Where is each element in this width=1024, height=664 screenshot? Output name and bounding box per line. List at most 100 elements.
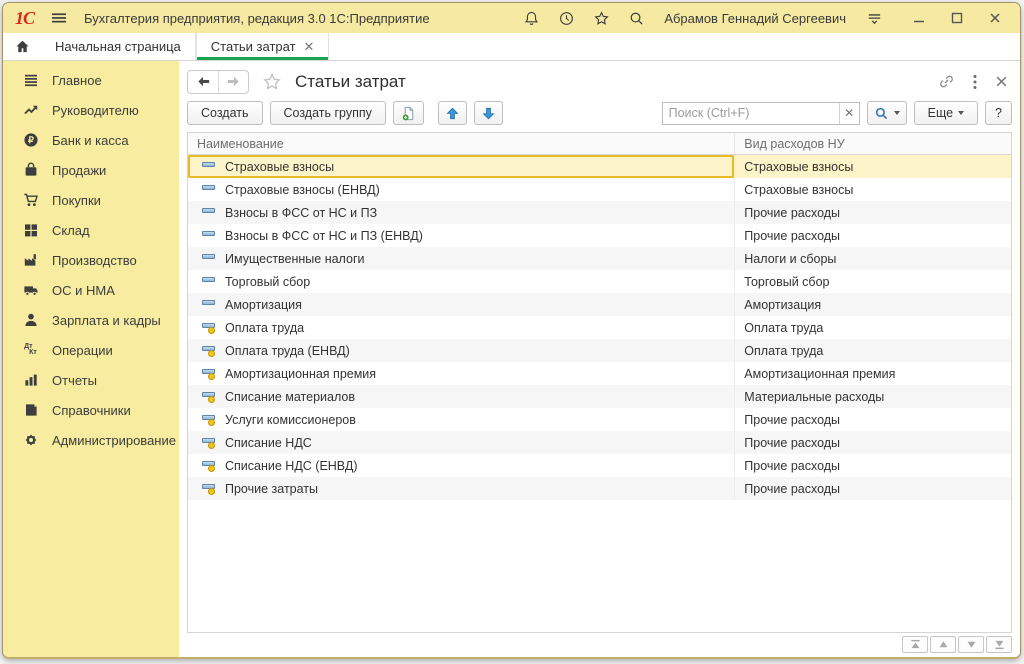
table-row[interactable]: Торговый сбор Торговый сбор <box>188 270 1011 293</box>
table-row[interactable]: Страховые взносы (ЕНВД) Страховые взносы <box>188 178 1011 201</box>
close-window-icon[interactable] <box>984 7 1006 29</box>
sidebar-item-rukovoditelyu[interactable]: Руководителю <box>3 95 179 125</box>
add-to-favorites-star-icon[interactable] <box>262 72 282 92</box>
sidebar-item-otchety[interactable]: Отчеты <box>3 365 179 395</box>
row-name-cell: Взносы в ФСС от НС и ПЗ (ЕНВД) <box>188 224 735 247</box>
titlebar: 1С Бухгалтерия предприятия, редакция 3.0… <box>3 3 1020 33</box>
row-name-cell: Имущественные налоги <box>188 247 735 270</box>
service-menu-icon[interactable] <box>863 7 885 29</box>
tab-cost-items[interactable]: Статьи затрат ✕ <box>196 33 330 60</box>
history-nav-group <box>187 70 249 94</box>
current-user-name: Абрамов Геннадий Сергеевич <box>664 11 846 26</box>
forward-button[interactable] <box>218 71 248 93</box>
row-name-cell: Списание НДС <box>188 431 735 454</box>
table-row[interactable]: Взносы в ФСС от НС и ПЗ Прочие расходы <box>188 201 1011 224</box>
notifications-bell-icon[interactable] <box>520 7 542 29</box>
sidebar-item-operacii[interactable]: ДтКт Операции <box>3 335 179 365</box>
move-up-button[interactable] <box>438 101 467 125</box>
page-down-button[interactable] <box>958 636 984 653</box>
sidebar-item-glavnoe[interactable]: Главное <box>3 65 179 95</box>
table-row[interactable]: Имущественные налоги Налоги и сборы <box>188 247 1011 270</box>
copy-item-button[interactable] <box>393 101 424 125</box>
page-title: Статьи затрат <box>295 72 406 92</box>
home-icon[interactable] <box>3 33 41 60</box>
table-row[interactable]: Взносы в ФСС от НС и ПЗ (ЕНВД) Прочие ра… <box>188 224 1011 247</box>
sidebar-item-pokupki[interactable]: Покупки <box>3 185 179 215</box>
more-options-dots-icon[interactable] <box>973 74 977 90</box>
column-header-name[interactable]: Наименование <box>188 133 735 154</box>
go-to-bottom-button[interactable] <box>986 636 1012 653</box>
minimize-icon[interactable] <box>908 7 930 29</box>
tab-home-page[interactable]: Начальная страница <box>41 33 196 60</box>
move-down-button[interactable] <box>474 101 503 125</box>
row-expense-type-text: Прочие расходы <box>744 229 840 243</box>
close-form-icon[interactable] <box>995 75 1008 88</box>
row-name-text: Имущественные налоги <box>225 252 365 266</box>
row-expense-type-cell: Прочие расходы <box>735 477 1011 500</box>
row-expense-type-cell: Оплата труда <box>735 339 1011 362</box>
sidebar-item-prodazhi[interactable]: Продажи <box>3 155 179 185</box>
table-row[interactable]: Амортизация Амортизация <box>188 293 1011 316</box>
row-expense-type-cell: Прочие расходы <box>735 201 1011 224</box>
back-button[interactable] <box>188 71 218 93</box>
create-group-button[interactable]: Создать группу <box>270 101 386 125</box>
page-up-button[interactable] <box>930 636 956 653</box>
row-name-cell: Амортизационная премия <box>188 362 735 385</box>
row-name-text: Страховые взносы <box>225 160 334 174</box>
main-menu-hamburger-icon[interactable] <box>48 7 70 29</box>
row-expense-type-cell: Страховые взносы <box>735 178 1011 201</box>
row-name-cell: Страховые взносы (ЕНВД) <box>188 178 735 201</box>
row-name-text: Торговый сбор <box>225 275 310 289</box>
sidebar-item-administrirovanie[interactable]: Администрирование <box>3 425 179 455</box>
row-name-text: Амортизационная премия <box>225 367 376 381</box>
column-header-expense-type[interactable]: Вид расходов НУ <box>735 133 1011 154</box>
table-row[interactable]: Амортизационная премия Амортизационная п… <box>188 362 1011 385</box>
sidebar-item-spravochniki[interactable]: Справочники <box>3 395 179 425</box>
dtkt-icon: ДтКт <box>22 342 39 359</box>
global-search-icon[interactable] <box>625 7 647 29</box>
sidebar-item-proizvodstvo[interactable]: Производство <box>3 245 179 275</box>
table-row[interactable]: Списание материалов Материальные расходы <box>188 385 1011 408</box>
factory-icon <box>22 252 39 269</box>
row-expense-type-cell: Торговый сбор <box>735 270 1011 293</box>
sidebar-item-bank-i-kassa[interactable]: ₽ Банк и касса <box>3 125 179 155</box>
cost-item-icon <box>202 436 217 449</box>
table-row[interactable]: Страховые взносы Страховые взносы <box>188 155 1011 178</box>
history-icon[interactable] <box>555 7 577 29</box>
help-button[interactable]: ? <box>985 101 1012 125</box>
more-dropdown-caret-icon <box>958 111 964 115</box>
row-name-cell: Торговый сбор <box>188 270 735 293</box>
find-button[interactable] <box>867 101 907 125</box>
table-row[interactable]: Прочие затраты Прочие расходы <box>188 477 1011 500</box>
row-expense-type-text: Налоги и сборы <box>744 252 836 266</box>
row-expense-type-text: Амортизационная премия <box>744 367 895 381</box>
sidebar-menu: Главное Руководителю ₽ Банк и касса Прод… <box>3 61 179 657</box>
table-row[interactable]: Услуги комиссионеров Прочие расходы <box>188 408 1011 431</box>
create-button[interactable]: Создать <box>187 101 263 125</box>
table-row[interactable]: Списание НДС Прочие расходы <box>188 431 1011 454</box>
get-link-icon[interactable] <box>938 73 955 90</box>
app-title: Бухгалтерия предприятия, редакция 3.0 1С… <box>84 11 430 26</box>
table-body: Страховые взносы Страховые взносы Страхо… <box>188 155 1011 632</box>
table-row[interactable]: Оплата труда (ЕНВД) Оплата труда <box>188 339 1011 362</box>
sidebar-item-os-i-nma[interactable]: ОС и НМА <box>3 275 179 305</box>
svg-text:₽: ₽ <box>28 135 34 145</box>
favorites-star-icon[interactable] <box>590 7 612 29</box>
row-name-text: Прочие затраты <box>225 482 318 496</box>
table-row[interactable]: Оплата труда Оплата труда <box>188 316 1011 339</box>
row-expense-type-text: Прочие расходы <box>744 206 840 220</box>
row-name-cell: Страховые взносы <box>188 155 735 178</box>
table-row[interactable]: Списание НДС (ЕНВД) Прочие расходы <box>188 454 1011 477</box>
search-clear-icon[interactable]: ✕ <box>839 103 859 124</box>
row-expense-type-cell: Амортизационная премия <box>735 362 1011 385</box>
cost-item-icon <box>202 183 217 196</box>
more-actions-button[interactable]: Еще <box>914 101 978 125</box>
row-name-text: Списание материалов <box>225 390 355 404</box>
search-input[interactable] <box>663 106 839 120</box>
go-to-top-button[interactable] <box>902 636 928 653</box>
tab-close-icon[interactable]: ✕ <box>304 40 315 53</box>
row-expense-type-cell: Прочие расходы <box>735 454 1011 477</box>
sidebar-item-zarplata-i-kadry[interactable]: Зарплата и кадры <box>3 305 179 335</box>
sidebar-item-sklad[interactable]: Склад <box>3 215 179 245</box>
maximize-icon[interactable] <box>946 7 968 29</box>
